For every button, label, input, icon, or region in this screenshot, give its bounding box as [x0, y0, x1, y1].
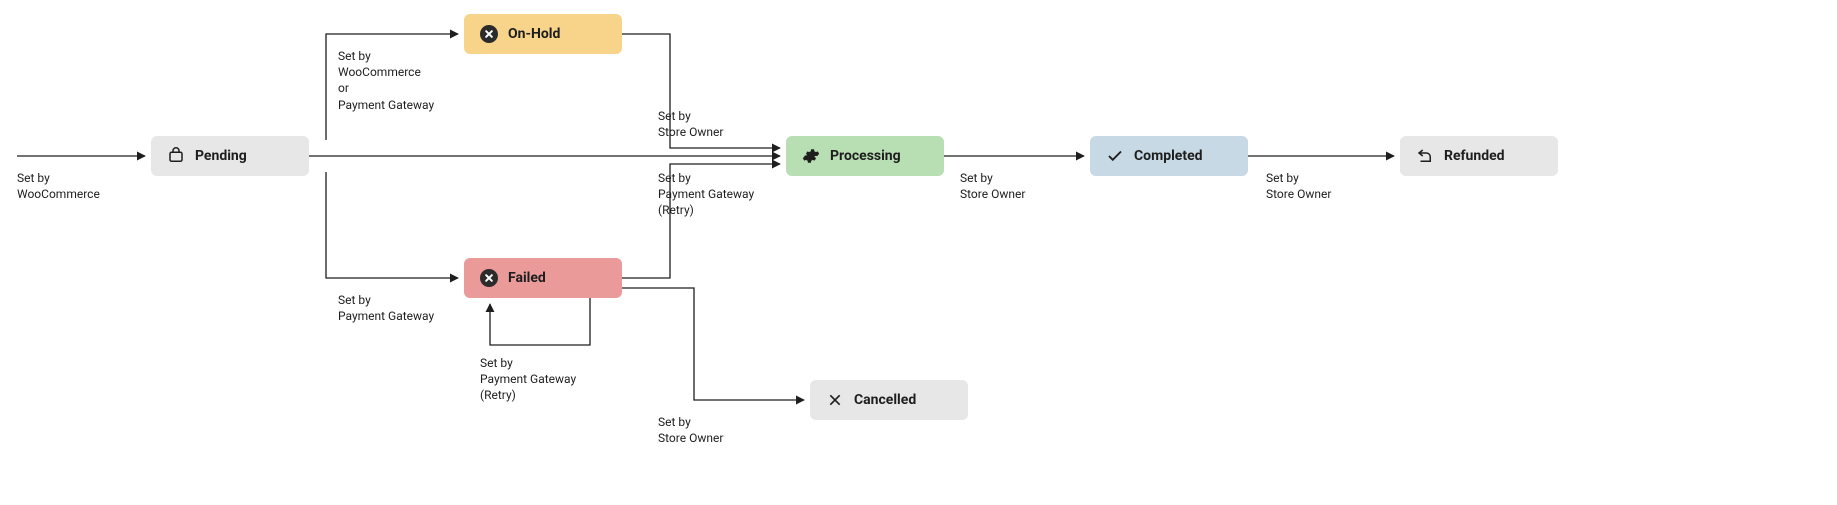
status-node-processing: Processing [786, 136, 944, 176]
edge-label-pending-onhold: Set by WooCommerce or Payment Gateway [338, 48, 434, 113]
flow-arrows [0, 0, 1837, 505]
edge-label-failed-processing: Set by Payment Gateway (Retry) [658, 170, 754, 219]
edge-label-pending-failed: Set by Payment Gateway [338, 292, 434, 324]
edge-label-processing-completed: Set by Store Owner [960, 170, 1025, 202]
status-label: Failed [508, 270, 546, 286]
status-node-onhold: On-Hold [464, 14, 622, 54]
edge-label-failed-retry: Set by Payment Gateway (Retry) [480, 355, 576, 404]
circle-x-icon [480, 269, 498, 287]
status-label: Refunded [1444, 148, 1505, 164]
edge-label-start-pending: Set by WooCommerce [17, 170, 100, 202]
status-label: Pending [195, 148, 247, 164]
x-icon [826, 391, 844, 409]
status-node-failed: Failed [464, 258, 622, 298]
refund-icon [1416, 147, 1434, 165]
status-node-pending: Pending [151, 136, 309, 176]
order-status-flow-diagram: { "nodes": { "pending": {"label": "Pendi… [0, 0, 1837, 505]
status-node-refunded: Refunded [1400, 136, 1558, 176]
circle-x-icon [480, 25, 498, 43]
status-node-completed: Completed [1090, 136, 1248, 176]
status-label: On-Hold [508, 26, 560, 42]
status-label: Processing [830, 148, 901, 164]
edge-label-completed-refunded: Set by Store Owner [1266, 170, 1331, 202]
status-label: Cancelled [854, 392, 916, 408]
status-label: Completed [1134, 148, 1203, 164]
gear-icon [802, 147, 820, 165]
check-icon [1106, 147, 1124, 165]
cart-icon [167, 147, 185, 165]
edge-label-failed-cancelled: Set by Store Owner [658, 414, 723, 446]
edge-label-onhold-processing: Set by Store Owner [658, 108, 723, 140]
status-node-cancelled: Cancelled [810, 380, 968, 420]
